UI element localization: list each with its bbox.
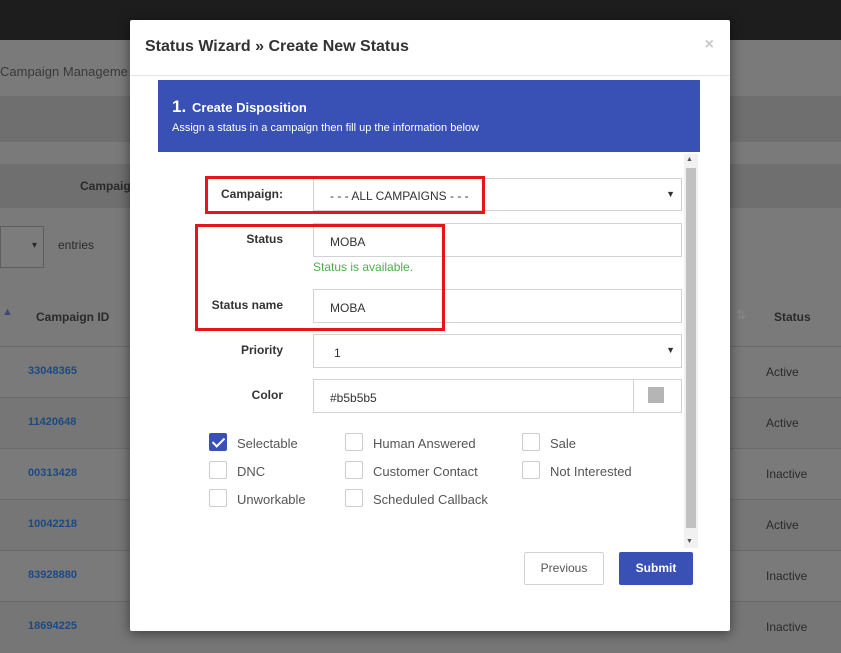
sort-icon: ▲ [2,306,13,318]
campaign-tab-partial: Campaig [80,179,131,193]
step-subtitle: Assign a status in a campaign then fill … [172,122,479,134]
color-swatch[interactable] [648,387,664,403]
campaign-id-link[interactable]: 11420648 [28,416,76,428]
row-status: Inactive [766,467,808,481]
dnc-label: DNC [237,464,266,479]
step-number: 1. [172,97,187,116]
customer-contact-checkbox[interactable] [345,461,363,479]
sale-label: Sale [550,436,577,451]
submit-button[interactable]: Submit [619,552,693,585]
scroll-down-icon[interactable]: ▼ [686,538,693,545]
entries-select-caret: ▾ [32,240,38,251]
chevron-down-icon: ▼ [666,189,675,199]
not-interested-checkbox[interactable] [522,461,540,479]
selectable-checkbox[interactable] [209,433,227,451]
priority-select-value: 1 [334,346,341,360]
row-status: Active [766,416,799,430]
close-icon[interactable]: × [705,36,714,54]
customer-contact-label: Customer Contact [373,464,478,479]
scroll-up-icon[interactable]: ▲ [686,156,693,163]
campaign-id-link[interactable]: 00313428 [28,467,77,479]
row-status: Active [766,518,799,532]
priority-select[interactable]: 1 ▼ [313,334,682,368]
row-status: Inactive [766,620,808,634]
dnc-checkbox[interactable] [209,461,227,479]
chevron-down-icon: ▼ [666,345,675,355]
unworkable-checkbox[interactable] [209,489,227,507]
campaign-id-link[interactable]: 18694225 [28,620,77,632]
th-campaign-id[interactable]: Campaign ID [36,310,109,324]
highlight-box-campaign [205,176,485,214]
th-status[interactable]: Status [774,310,811,324]
color-input-value: #b5b5b5 [330,391,377,405]
scheduled-callback-checkbox[interactable] [345,489,363,507]
campaign-id-link[interactable]: 83928880 [28,569,77,581]
modal-title: Status Wizard » Create New Status [145,38,409,55]
entries-select[interactable] [0,226,44,268]
color-input[interactable]: #b5b5b5 [313,379,682,413]
highlight-box-status [195,224,445,331]
modal-header: Status Wizard » Create New Status × [130,20,730,76]
priority-label: Priority [240,343,283,357]
breadcrumb: Campaign Manageme [0,64,128,79]
human-answered-label: Human Answered [373,436,476,451]
human-answered-checkbox[interactable] [345,433,363,451]
step-title: Create Disposition [192,100,307,115]
sort-icon: ⇅ [736,308,747,322]
step-banner: 1. Create Disposition Assign a status in… [158,80,700,152]
campaign-id-link[interactable]: 10042218 [28,518,77,530]
color-label: Color [251,388,283,402]
selectable-label: Selectable [237,436,298,451]
not-interested-label: Not Interested [550,464,632,479]
campaign-id-link[interactable]: 33048365 [28,365,77,377]
entries-label: entries [58,238,95,252]
row-status: Inactive [766,569,808,583]
previous-button[interactable]: Previous [524,552,604,585]
scheduled-callback-label: Scheduled Callback [373,492,488,507]
unworkable-label: Unworkable [237,492,306,507]
sale-checkbox[interactable] [522,433,540,451]
row-status: Active [766,365,799,379]
scrollbar-thumb[interactable] [686,168,696,528]
